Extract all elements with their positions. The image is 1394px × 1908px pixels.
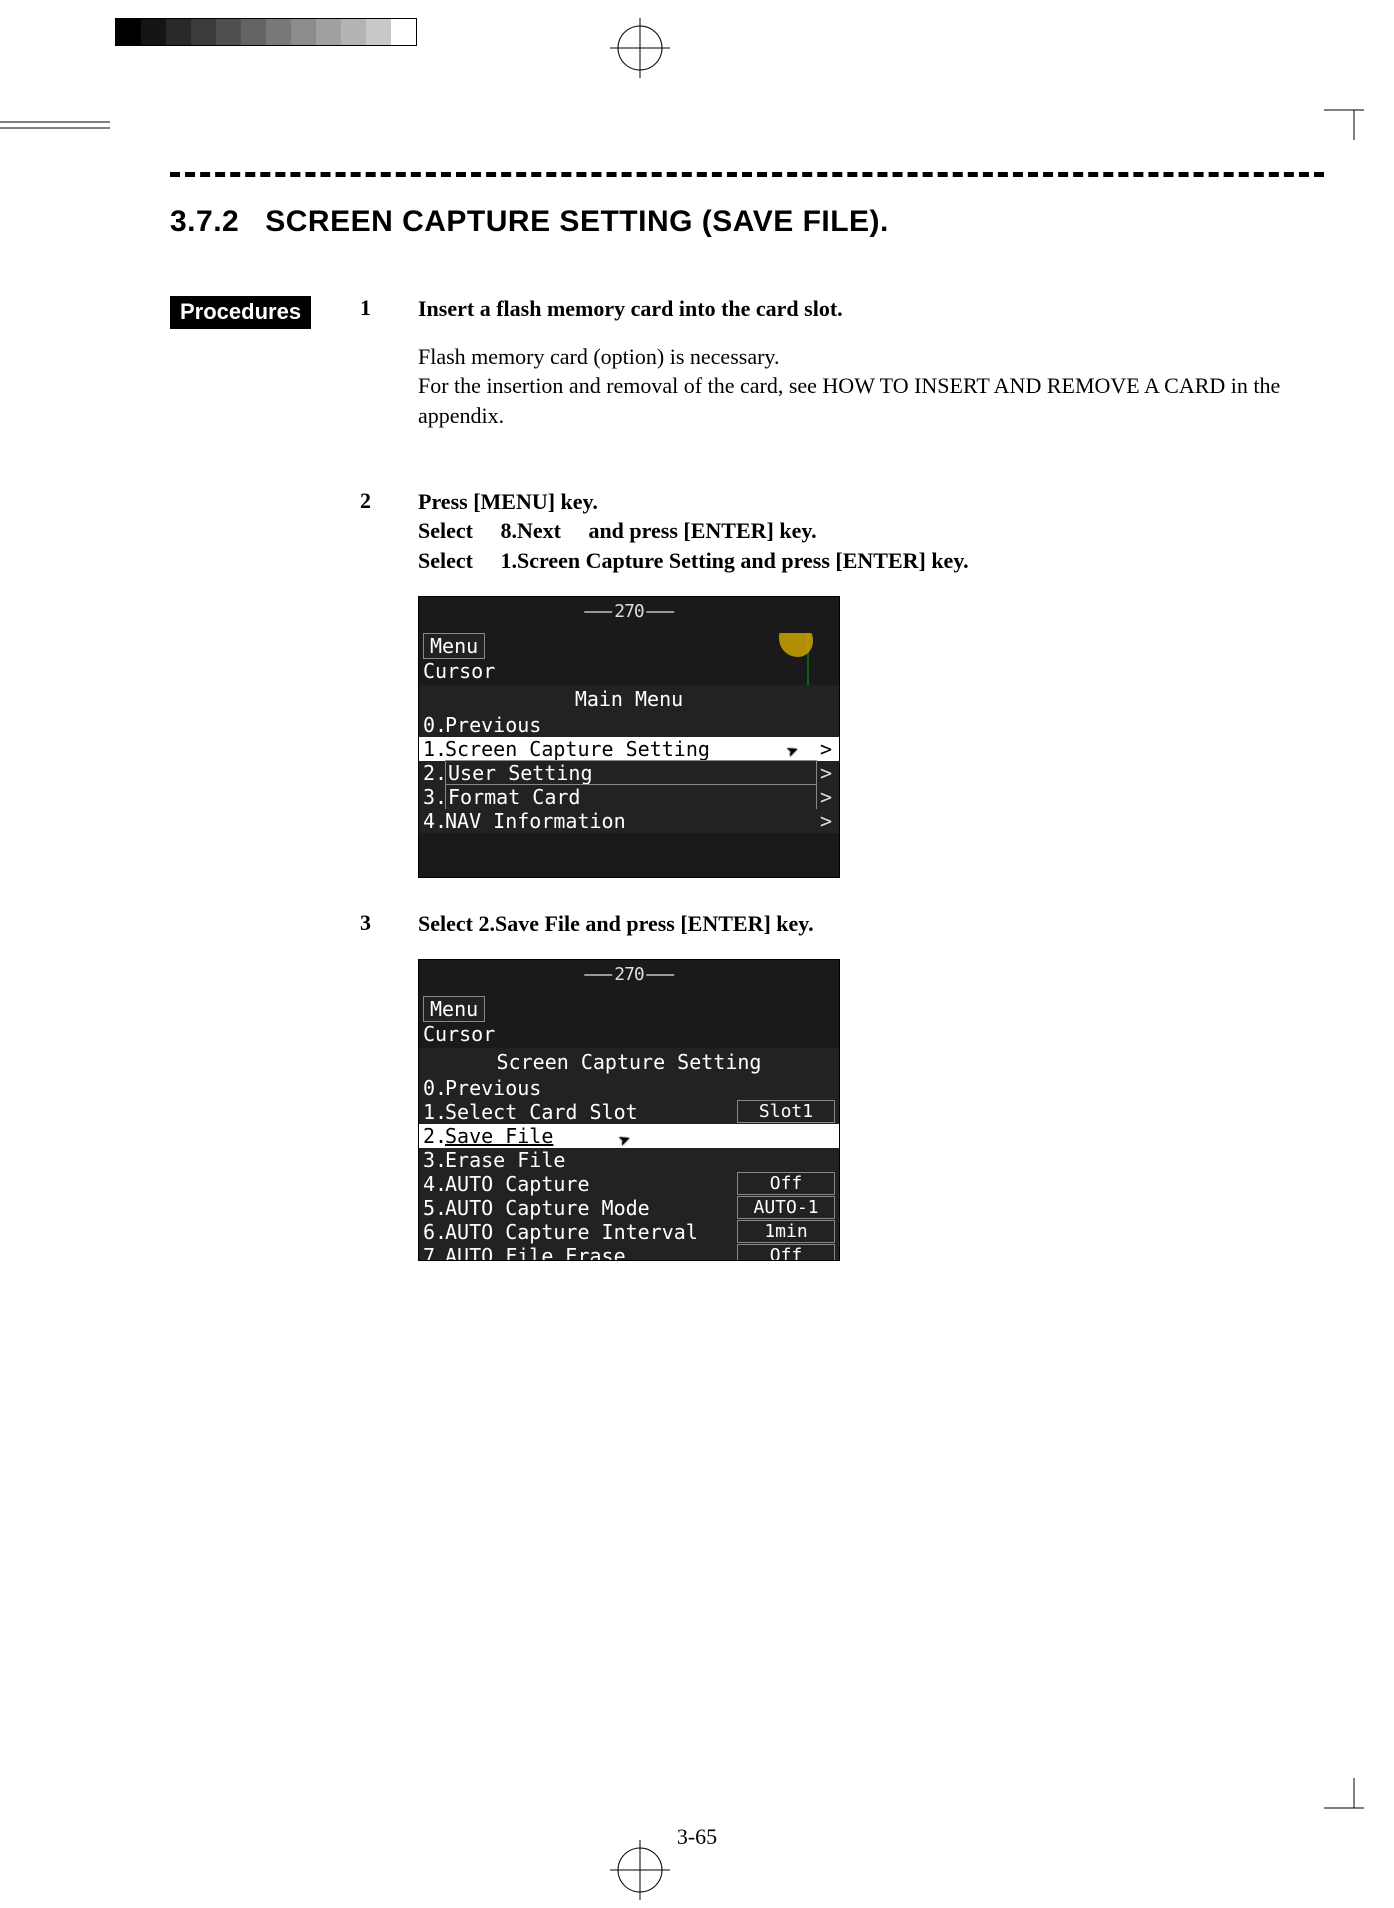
menu-item[interactable]: 0. Previous	[419, 1076, 839, 1100]
menu-item-num: 7.	[423, 1244, 445, 1261]
step-body-line: Flash memory card (option) is necessary.	[418, 342, 1324, 372]
menu-item[interactable]: 3. Format Card >	[419, 785, 839, 809]
embedded-screenshot-capture-setting: 270 Menu Cursor Screen Capture Setting 0…	[418, 959, 840, 1261]
step-title: Select 8.Next and press [ENTER] key.	[418, 516, 1324, 546]
menu-item-num: 2.	[423, 1124, 445, 1148]
menu-item[interactable]: 1. Screen Capture Setting > ➤	[419, 737, 839, 761]
menu-item[interactable]: 6. AUTO Capture Interval 1min	[419, 1220, 839, 1244]
menu-item-value: Off	[737, 1244, 835, 1261]
chevron-right-icon: >	[817, 785, 835, 809]
menu-item-num: 6.	[423, 1220, 445, 1244]
menu-tag: Menu	[423, 996, 485, 1022]
page-number: 3-65	[677, 1824, 717, 1850]
crop-mark-top-right	[1324, 80, 1384, 140]
menu-item-label: AUTO Capture Interval	[445, 1220, 733, 1244]
step-title: Insert a flash memory card into the card…	[418, 294, 1324, 324]
menu-item[interactable]: 2. Save File ➤	[419, 1124, 839, 1148]
menu-item-num: 2.	[423, 761, 445, 785]
step-title: Select 2.Save File and press [ENTER] key…	[418, 909, 1324, 939]
menu-item-num: 5.	[423, 1196, 445, 1220]
menu-item-value: 1min	[737, 1220, 835, 1243]
menu-item-value: Off	[737, 1172, 835, 1195]
menu-item-label: AUTO Capture	[445, 1172, 733, 1196]
menu-item-num: 0.	[423, 1076, 445, 1100]
panel-title: Main Menu	[419, 685, 839, 713]
menu-item[interactable]: 7. AUTO File Erase Off	[419, 1244, 839, 1261]
procedures-tag: Procedures	[170, 296, 311, 329]
grayscale-calibration-bar	[115, 18, 417, 46]
menu-item-label: AUTO File Erase	[445, 1244, 733, 1261]
section-divider	[170, 172, 1324, 177]
menu-item-label: Format Card	[445, 784, 817, 810]
menu-item[interactable]: 4. NAV Information >	[419, 809, 839, 833]
menu-item-num: 3.	[423, 1148, 445, 1172]
panel-title: Screen Capture Setting	[419, 1048, 839, 1076]
menu-item[interactable]: 3. Erase File	[419, 1148, 839, 1172]
crop-mark-top-left	[0, 80, 120, 140]
menu-item-num: 0.	[423, 713, 445, 737]
embedded-screenshot-main-menu: 270 Menu Cursor Main Menu 0. Previous 1.	[418, 596, 840, 878]
menu-item-label: Select Card Slot	[445, 1100, 733, 1124]
section-title: SCREEN CAPTURE SETTING (SAVE FILE).	[265, 205, 889, 239]
menu-item-value: Slot1	[737, 1100, 835, 1123]
cursor-tag: Cursor	[423, 659, 495, 683]
menu-item-num: 3.	[423, 785, 445, 809]
menu-item[interactable]: 0. Previous	[419, 713, 839, 737]
menu-item-num: 1.	[423, 1100, 445, 1124]
menu-item[interactable]: 2. User Setting >	[419, 761, 839, 785]
step-title: Select 1.Screen Capture Setting and pres…	[418, 546, 1324, 576]
menu-item-label: Save File	[445, 1124, 835, 1148]
chevron-right-icon: >	[817, 761, 835, 785]
menu-item-label: AUTO Capture Mode	[445, 1196, 733, 1220]
menu-item-num: 4.	[423, 809, 445, 833]
step-title: Press [MENU] key.	[418, 487, 1324, 517]
chevron-right-icon: >	[817, 737, 835, 761]
crop-mark-top	[610, 18, 670, 78]
menu-item-label: NAV Information	[445, 809, 817, 833]
menu-item-value: AUTO-1	[737, 1196, 835, 1219]
step-number: 3	[360, 909, 388, 1266]
menu-item-label: Screen Capture Setting	[445, 737, 817, 761]
menu-item-num: 1.	[423, 737, 445, 761]
menu-item[interactable]: 5. AUTO Capture Mode AUTO-1	[419, 1196, 839, 1220]
menu-item[interactable]: 4. AUTO Capture Off	[419, 1172, 839, 1196]
menu-item-label: User Setting	[445, 760, 817, 786]
menu-tag: Menu	[423, 633, 485, 659]
step-body-line: For the insertion and removal of the car…	[418, 371, 1324, 430]
compass-heading: 270	[582, 964, 676, 985]
compass-heading: 270	[582, 601, 676, 622]
menu-item-label: Previous	[445, 713, 817, 737]
section-number: 3.7.2	[170, 205, 239, 239]
menu-item-num: 4.	[423, 1172, 445, 1196]
menu-item-label: Previous	[445, 1076, 835, 1100]
crop-mark-bottom	[610, 1840, 670, 1900]
cursor-tag: Cursor	[423, 1022, 495, 1046]
menu-item-label: Erase File	[445, 1148, 835, 1172]
step-number: 1	[360, 294, 388, 431]
chevron-right-icon: >	[817, 809, 835, 833]
menu-item[interactable]: 1. Select Card Slot Slot1	[419, 1100, 839, 1124]
crop-mark-bottom-right	[1324, 1778, 1384, 1838]
step-number: 2	[360, 487, 388, 883]
